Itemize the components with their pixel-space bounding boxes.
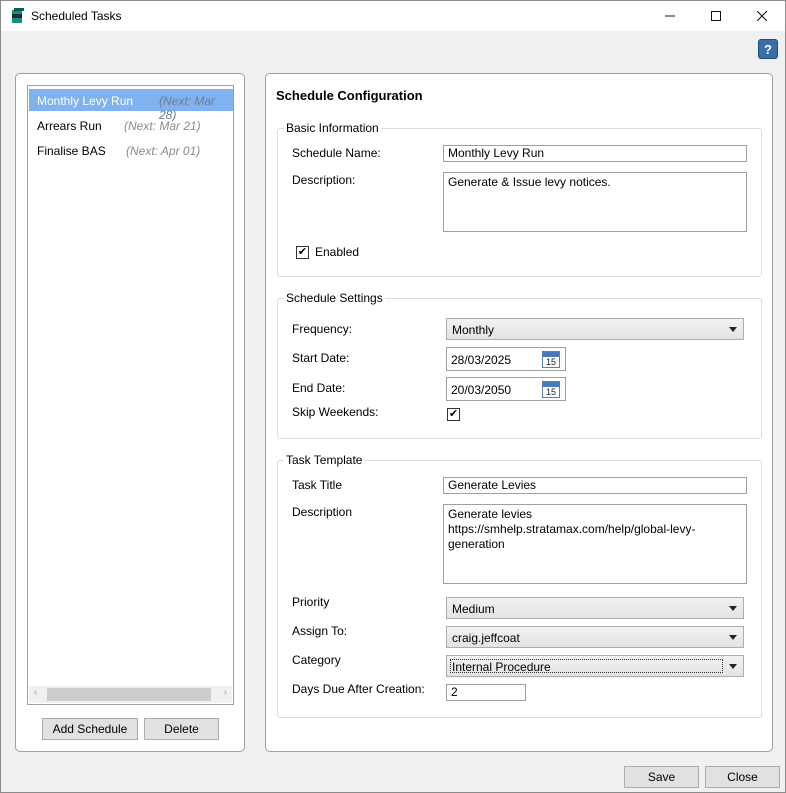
- list-item[interactable]: Monthly Levy Run (Next: Mar 28): [29, 89, 233, 122]
- skip-weekends-checkbox[interactable]: ✔: [447, 408, 460, 421]
- category-value: Internal Procedure: [452, 660, 551, 674]
- checkmark-icon: ✔: [448, 408, 459, 420]
- chevron-down-icon: [729, 327, 737, 332]
- chevron-down-icon: [729, 664, 737, 669]
- priority-label: Priority: [292, 595, 330, 609]
- enabled-label: Enabled: [315, 245, 360, 259]
- save-button[interactable]: Save: [624, 766, 699, 788]
- panel-title: Schedule Configuration: [276, 88, 423, 103]
- list-item[interactable]: Arrears Run (Next: Mar 21): [29, 114, 233, 136]
- calendar-icon[interactable]: 15: [542, 351, 560, 368]
- priority-dropdown[interactable]: Medium: [446, 597, 744, 619]
- group-legend: Schedule Settings: [284, 291, 385, 305]
- schedule-name-field[interactable]: Monthly Levy Run: [443, 145, 747, 162]
- start-date-picker[interactable]: 28/03/2025 15: [446, 347, 566, 371]
- task-title-field[interactable]: Generate Levies: [443, 477, 747, 494]
- frequency-value: Monthly: [452, 323, 495, 337]
- chevron-down-icon: [729, 635, 737, 640]
- scrollbar-thumb[interactable]: [47, 688, 211, 701]
- category-dropdown[interactable]: Internal Procedure: [446, 655, 744, 677]
- schedule-next-run: (Next: Mar 21): [124, 119, 201, 133]
- title-bar: Scheduled Tasks: [1, 1, 785, 31]
- end-date-label: End Date:: [292, 381, 346, 395]
- priority-value: Medium: [452, 602, 495, 616]
- maximize-icon: [711, 11, 721, 21]
- help-button[interactable]: ?: [758, 39, 778, 59]
- schedule-name: Arrears Run: [37, 119, 102, 133]
- frequency-label: Frequency:: [292, 322, 353, 336]
- end-date-value: 20/03/2050: [451, 383, 512, 397]
- add-schedule-button[interactable]: Add Schedule: [42, 718, 138, 740]
- window-title: Scheduled Tasks: [31, 9, 122, 23]
- scheduled-tasks-window: Scheduled Tasks ? Monthly Levy Run (Next…: [0, 0, 786, 793]
- description-field[interactable]: Generate & Issue levy notices.: [443, 172, 747, 232]
- schedule-name-label: Schedule Name:: [292, 146, 381, 160]
- group-legend: Task Template: [284, 453, 365, 467]
- assign-to-value: craig.jeffcoat: [452, 631, 520, 645]
- horizontal-scrollbar[interactable]: ‹ ›: [29, 686, 232, 703]
- basic-information-group: Basic Information Schedule Name: Monthly…: [277, 121, 762, 277]
- days-due-field[interactable]: 2: [446, 684, 526, 701]
- scroll-left-icon[interactable]: ‹: [34, 687, 37, 698]
- group-legend: Basic Information: [284, 121, 381, 135]
- schedule-list[interactable]: Monthly Levy Run (Next: Mar 28) Arrears …: [27, 85, 234, 705]
- delete-schedule-button[interactable]: Delete: [144, 718, 219, 740]
- enabled-checkbox[interactable]: ✔: [296, 246, 309, 259]
- minimize-button[interactable]: [647, 1, 693, 31]
- assign-to-dropdown[interactable]: craig.jeffcoat: [446, 626, 744, 648]
- schedule-next-run: (Next: Apr 01): [126, 144, 201, 158]
- frequency-dropdown[interactable]: Monthly: [446, 318, 744, 340]
- checkmark-icon: ✔: [297, 246, 308, 258]
- task-template-group: Task Template Task Title Generate Levies…: [277, 453, 762, 718]
- category-label: Category: [292, 653, 341, 667]
- assign-to-label: Assign To:: [292, 624, 348, 638]
- schedule-settings-group: Schedule Settings Frequency: Monthly Sta…: [277, 291, 762, 439]
- days-due-label: Days Due After Creation:: [292, 682, 425, 696]
- list-item[interactable]: Finalise BAS (Next: Apr 01): [29, 139, 233, 161]
- app-icon: [12, 8, 24, 23]
- start-date-label: Start Date:: [292, 351, 350, 365]
- schedule-name: Finalise BAS: [37, 144, 106, 158]
- close-window-button[interactable]: [739, 1, 785, 31]
- help-icon: ?: [764, 41, 772, 57]
- scroll-right-icon[interactable]: ›: [224, 687, 227, 698]
- task-title-label: Task Title: [292, 478, 343, 492]
- calendar-icon[interactable]: 15: [542, 381, 560, 398]
- close-button[interactable]: Close: [705, 766, 780, 788]
- start-date-value: 28/03/2025: [451, 353, 512, 367]
- schedule-name: Monthly Levy Run: [37, 94, 134, 108]
- schedule-list-panel: Monthly Levy Run (Next: Mar 28) Arrears …: [15, 73, 245, 752]
- schedule-configuration-panel: Schedule Configuration Basic Information…: [265, 73, 773, 752]
- end-date-picker[interactable]: 20/03/2050 15: [446, 377, 566, 401]
- skip-weekends-label: Skip Weekends:: [292, 405, 379, 419]
- close-icon: [757, 11, 767, 21]
- maximize-button[interactable]: [693, 1, 739, 31]
- description-label: Description:: [292, 173, 356, 187]
- chevron-down-icon: [729, 606, 737, 611]
- minimize-icon: [665, 15, 675, 17]
- task-description-label: Description: [292, 505, 353, 519]
- task-description-field[interactable]: Generate levies https://smhelp.stratamax…: [443, 504, 747, 584]
